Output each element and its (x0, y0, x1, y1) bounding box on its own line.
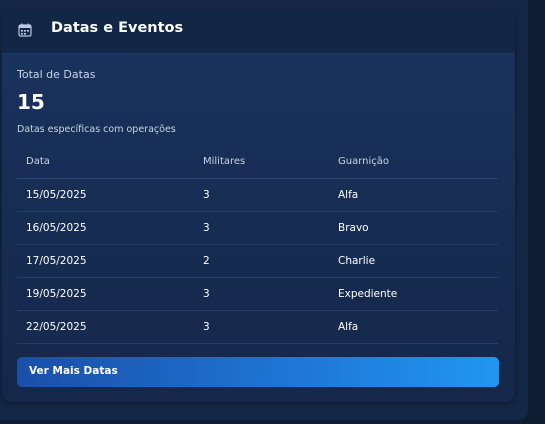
total-value: 15 (17, 90, 45, 114)
total-description: Datas específicas com operações (17, 124, 176, 135)
cell-military: 3 (203, 321, 210, 333)
cell-military: 3 (203, 189, 210, 201)
total-label: Total de Datas (17, 68, 96, 81)
cell-date: 16/05/2025 (26, 222, 87, 234)
cell-garrison: Charlie (338, 255, 376, 267)
cell-military: 3 (203, 222, 210, 234)
cell-garrison: Alfa (338, 189, 359, 201)
column-header-garrison: Guarnição (338, 156, 390, 167)
cell-date: 17/05/2025 (26, 255, 87, 267)
cell-date: 22/05/2025 (26, 321, 87, 333)
view-more-dates-button[interactable]: Ver Mais Datas (17, 357, 499, 387)
dates-table: Data Militares Guarnição 15/05/2025 3 Al… (17, 150, 498, 344)
cell-date: 15/05/2025 (26, 189, 87, 201)
table-row: 16/05/2025 3 Bravo (17, 212, 498, 245)
column-header-date: Data (26, 156, 50, 167)
cell-garrison: Bravo (338, 222, 369, 234)
table-header: Data Militares Guarnição (17, 150, 498, 179)
card-title: Datas e Eventos (51, 20, 184, 36)
table-row: 22/05/2025 3 Alfa (17, 311, 498, 344)
table-row: 15/05/2025 3 Alfa (17, 179, 498, 212)
calendar-icon (18, 22, 32, 37)
table-row: 19/05/2025 3 Expediente (17, 278, 498, 311)
cell-date: 19/05/2025 (26, 288, 87, 300)
view-more-dates-label: Ver Mais Datas (29, 365, 118, 377)
dates-events-card: Datas e Eventos Total de Datas 15 Datas … (2, 10, 515, 402)
cell-garrison: Alfa (338, 321, 359, 333)
cell-military: 2 (203, 255, 210, 267)
card-header: Datas e Eventos (2, 10, 515, 54)
cell-garrison: Expediente (338, 288, 398, 300)
table-row: 17/05/2025 2 Charlie (17, 245, 498, 278)
cell-military: 3 (203, 288, 210, 300)
column-header-military: Militares (203, 156, 246, 167)
